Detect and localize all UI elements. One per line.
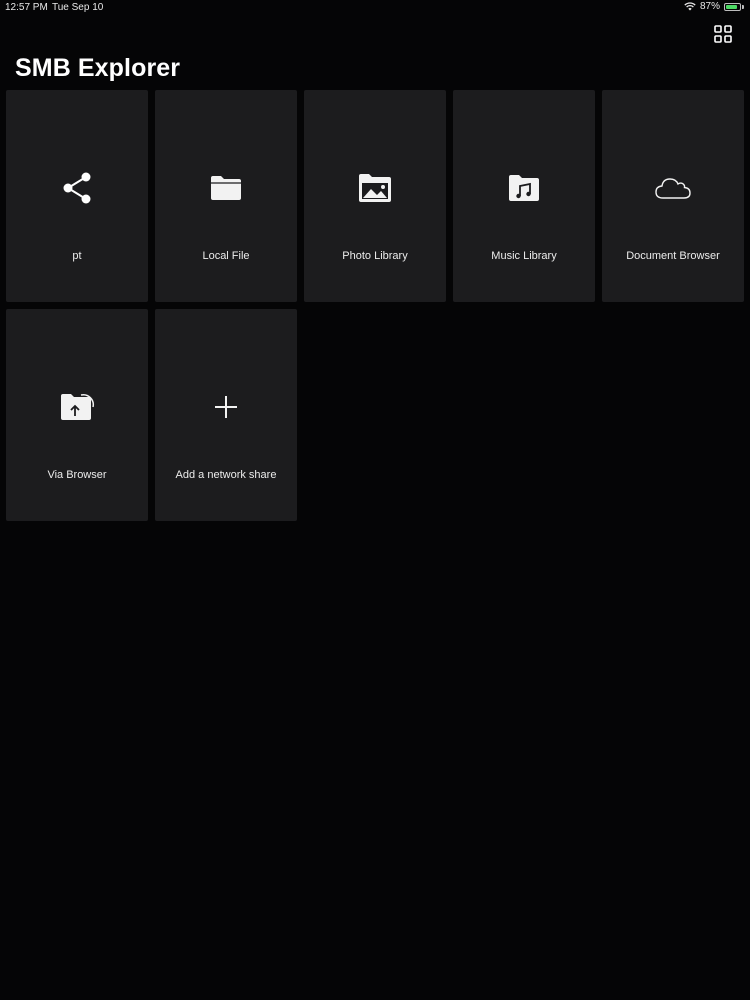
tile-music-library[interactable]: Music Library [453,90,595,302]
status-bar: 12:57 PM Tue Sep 10 87% [0,0,750,16]
tile-label: Photo Library [342,250,408,262]
tile-photo-library[interactable]: Photo Library [304,90,446,302]
tile-label: Local File [202,250,250,262]
battery-percentage: 87% [699,1,720,12]
battery-level [726,4,738,9]
tile-label: Add a network share [175,469,277,481]
photo-folder-icon [359,174,391,202]
cloud-icon [655,178,691,199]
status-indicators: 87% [684,1,744,12]
status-date: Tue Sep 10 [52,2,104,13]
wifi-icon [684,2,696,11]
folder-icon [211,176,241,200]
page-title: SMB Explorer [15,54,181,82]
tile-label: pt [72,250,82,262]
music-folder-icon [509,175,539,201]
plus-icon [215,396,237,418]
tile-label: Music Library [491,250,557,262]
status-time: 12:57 PM [5,2,48,13]
share-icon [63,172,91,204]
tile-local-file[interactable]: Local File [155,90,297,302]
tile-via-browser[interactable]: Via Browser [6,309,148,521]
upload-folder-icon [61,393,95,420]
battery-icon [724,2,744,11]
tile-document-browser[interactable]: Document Browser [602,90,744,302]
tile-pt[interactable]: pt [6,90,148,302]
tile-add-network-share[interactable]: Add a network share [155,309,297,521]
tile-label: Document Browser [626,250,720,262]
tile-label: Via Browser [47,469,107,481]
grid-view-icon[interactable] [714,25,732,43]
